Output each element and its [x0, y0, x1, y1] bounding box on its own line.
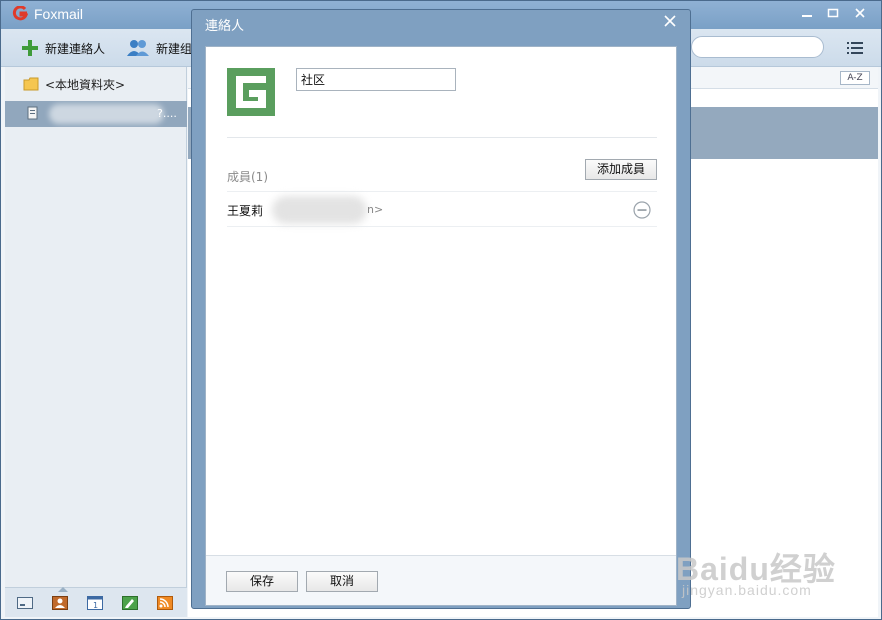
new-group-label: 新建组 [156, 41, 193, 56]
close-icon [855, 8, 865, 18]
cancel-button[interactable]: 取消 [306, 571, 378, 592]
plus-icon [22, 40, 38, 56]
contacts-icon[interactable] [52, 596, 68, 610]
new-contact-label: 新建連絡人 [45, 41, 106, 56]
module-switcher: 1 [5, 587, 187, 617]
dialog-body: 成員(1) 添加成員 王夏莉 n> 保存 取消 [205, 46, 677, 606]
account-label: ?.... [157, 107, 177, 120]
baidu-watermark: Baidu经验 jingyan.baidu.com [676, 530, 876, 605]
window-close-button[interactable] [851, 7, 869, 23]
folder-icon [23, 77, 39, 91]
app-title: Foxmail [34, 6, 84, 22]
divider [227, 137, 657, 138]
rss-icon[interactable] [157, 596, 173, 610]
remove-member-icon[interactable] [633, 201, 651, 219]
folder-label: <本地資料夾> [45, 77, 126, 92]
redacted-area [49, 104, 164, 124]
notes-icon[interactable] [122, 596, 138, 610]
sidebar: <本地資料夾> ?.... [5, 67, 187, 587]
maximize-button[interactable] [824, 7, 842, 23]
foxmail-logo-icon [12, 6, 28, 21]
address-book-icon [27, 106, 38, 120]
sidebar-item-account[interactable]: ?.... [5, 101, 187, 127]
dialog-close-button[interactable] [661, 13, 679, 31]
sort-az-button[interactable]: A-Z [840, 71, 870, 85]
redacted-area [272, 196, 367, 224]
mail-icon[interactable] [17, 596, 33, 610]
member-email: n> [367, 203, 384, 216]
dialog-title: 連絡人 [205, 19, 245, 34]
svg-text:1: 1 [93, 601, 98, 610]
members-count-label: 成員(1) [227, 170, 268, 184]
search-input[interactable] [691, 36, 824, 58]
group-avatar-icon [227, 68, 275, 116]
active-indicator [58, 587, 68, 592]
calendar-icon[interactable]: 1 [87, 596, 103, 610]
watermark-url: jingyan.baidu.com [682, 582, 812, 598]
save-button[interactable]: 保存 [226, 571, 298, 592]
group-name-input[interactable] [296, 68, 456, 91]
member-row[interactable]: 王夏莉 n> [227, 192, 657, 227]
users-icon [127, 40, 149, 56]
dialog-footer: 保存 取消 [206, 555, 676, 605]
minimize-icon [802, 15, 812, 17]
minimize-button[interactable] [798, 7, 816, 23]
new-group-button[interactable]: 新建组 [126, 37, 192, 59]
sidebar-item-local-folder[interactable]: <本地資料夾> [23, 75, 125, 93]
member-name: 王夏莉 [227, 204, 264, 218]
new-contact-button[interactable]: 新建連絡人 [21, 37, 105, 59]
add-member-button[interactable]: 添加成員 [585, 159, 657, 180]
menu-icon[interactable] [847, 41, 863, 55]
contact-dialog: 連絡人 成員(1) 添加成員 王夏莉 n> 保存 取消 [191, 9, 691, 609]
maximize-icon [827, 8, 839, 18]
close-icon [664, 15, 676, 27]
